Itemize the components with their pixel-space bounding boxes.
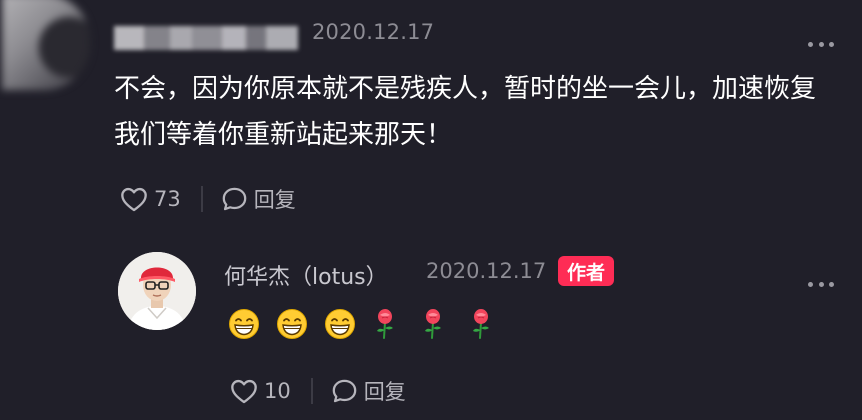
commenter-name[interactable] (114, 24, 298, 52)
commenter-avatar[interactable] (2, 0, 90, 90)
rose-icon (377, 309, 393, 339)
rose-icon (425, 309, 441, 339)
reply-actions: 10 回复 (230, 376, 406, 406)
reply-author-name[interactable]: 何华杰（lotus） (224, 259, 388, 291)
more-icon[interactable] (808, 42, 834, 48)
reply-content (228, 308, 516, 340)
author-badge: 作者 (558, 256, 614, 286)
action-divider (310, 378, 313, 404)
comment-bubble-icon (331, 378, 358, 404)
reply-label: 回复 (363, 380, 406, 404)
like-count: 73 (154, 187, 181, 211)
comment-text: 不会，因为你原本就不是残疾人，暂时的坐一会儿，加速恢复我们等着你重新站起来那天！ (114, 74, 817, 150)
rose-icon (473, 309, 489, 339)
reply-button[interactable]: 回复 (221, 184, 296, 214)
reply-reply-button[interactable]: 回复 (331, 376, 406, 406)
reply-author-avatar[interactable] (118, 252, 196, 330)
grinning-face-icon (229, 309, 259, 339)
action-divider (200, 186, 203, 212)
reply-like-button[interactable]: 10 (230, 378, 291, 404)
heart-icon (230, 378, 258, 404)
like-button[interactable]: 73 (120, 186, 181, 212)
comment-thread: 2020.12.17 不会，因为你原本就不是残疾人，暂时的坐一会儿，加速恢复我们… (0, 0, 862, 420)
reply-like-count: 10 (264, 379, 291, 403)
grinning-face-icon (325, 309, 355, 339)
comment-date: 2020.12.17 (312, 20, 435, 44)
reply-more-icon[interactable] (808, 282, 834, 288)
comment-actions: 73 回复 (120, 184, 296, 214)
reply-date: 2020.12.17 (426, 259, 547, 283)
heart-icon (120, 186, 148, 212)
comment-bubble-icon (221, 186, 248, 212)
grinning-face-icon (277, 309, 307, 339)
reply-label: 回复 (253, 188, 296, 212)
